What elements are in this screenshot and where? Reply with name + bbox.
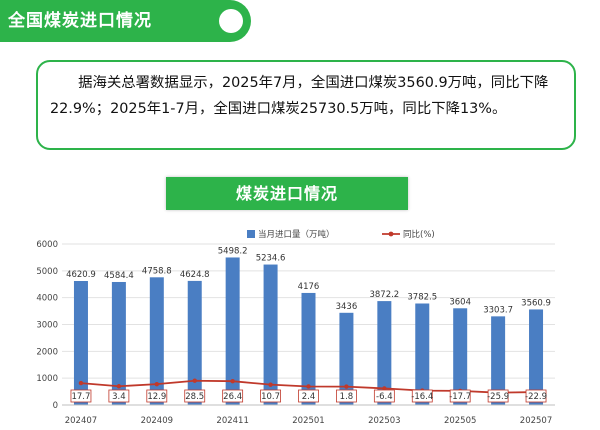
x-tick-label: 202505: [444, 416, 476, 426]
bar-value-label: 3604: [449, 297, 471, 307]
bar-value-label: 4176: [298, 282, 320, 292]
bar-value-label: 4624.8: [180, 270, 210, 280]
legend-line-label: 同比(%): [403, 229, 435, 240]
chart-legend: 当月进口量（万吨） 同比(%): [247, 229, 435, 240]
yoy-value-label: 1.8: [340, 392, 354, 402]
yoy-value-label: -16.4: [411, 392, 433, 402]
yoy-value-label: -22.9: [525, 392, 547, 402]
legend-bar-label: 当月进口量（万吨）: [258, 229, 335, 240]
y-tick-label: 5000: [36, 267, 58, 277]
x-tick-label: 202503: [368, 416, 400, 426]
y-tick-label: 1000: [36, 374, 58, 384]
bar: [73, 281, 88, 405]
x-tick-label: 202501: [292, 416, 324, 426]
yoy-value-label: -25.9: [487, 392, 509, 402]
yoy-value-label: 3.4: [112, 392, 126, 402]
yoy-point: [230, 378, 235, 384]
yoy-value-label: 2.4: [302, 392, 316, 402]
yoy-point: [192, 378, 197, 383]
yoy-value-label: 17.7: [71, 392, 90, 402]
y-tick-label: 0: [53, 401, 58, 411]
x-tick-label: 202407: [65, 416, 97, 426]
x-tick-label: 202409: [141, 416, 173, 426]
yoy-value-label: 26.4: [223, 392, 242, 402]
bar: [187, 280, 202, 405]
bar-value-label: 3872.2: [369, 290, 399, 300]
bar-value-label: 3560.9: [521, 298, 551, 308]
y-tick-label: 3000: [36, 321, 58, 331]
yoy-point: [116, 384, 122, 389]
yoy-value-label: -6.4: [376, 392, 393, 402]
yoy-point: [154, 381, 160, 387]
bar-series: [73, 257, 544, 405]
bar-value-label: 4758.8: [142, 266, 172, 276]
y-axis: 0 1000 2000 3000 4000 5000 6000: [36, 240, 58, 411]
yoy-point: [344, 384, 349, 389]
x-tick-label: 202411: [216, 416, 248, 426]
coal-import-chart: 0 1000 2000 3000 4000 5000 6000 4620.9 4584.4 47…: [36, 229, 555, 426]
y-tick-label: 2000: [36, 347, 58, 357]
bar-value-label: 3436: [336, 302, 358, 312]
yoy-value-label: 10.7: [261, 392, 280, 402]
bar-value-label: 3782.5: [407, 293, 437, 303]
yoy-point: [306, 384, 311, 389]
yoy-point: [268, 382, 273, 387]
y-tick-label: 6000: [36, 240, 58, 250]
bar-value-label: 3303.7: [483, 305, 513, 315]
x-axis: 202407 202409 202411 202501 202503 202505 2025…: [62, 404, 555, 426]
yoy-value-label: -17.7: [449, 392, 471, 402]
bar-value-label: 5234.6: [256, 254, 286, 264]
bar-value-label: 4584.4: [104, 271, 134, 281]
legend-bar-swatch: [247, 230, 255, 238]
x-tick-label: 202507: [520, 416, 552, 426]
yoy-value-label: 12.9: [147, 392, 166, 402]
y-tick-label: 4000: [36, 294, 58, 304]
bar-value-label: 4620.9: [66, 270, 96, 280]
bar-value-label: 5498.2: [218, 246, 248, 256]
chart-title: 煤炭进口情况: [166, 177, 408, 210]
legend-line-marker: [388, 231, 394, 237]
yoy-value-label: 28.5: [185, 392, 204, 402]
yoy-point: [78, 380, 84, 386]
